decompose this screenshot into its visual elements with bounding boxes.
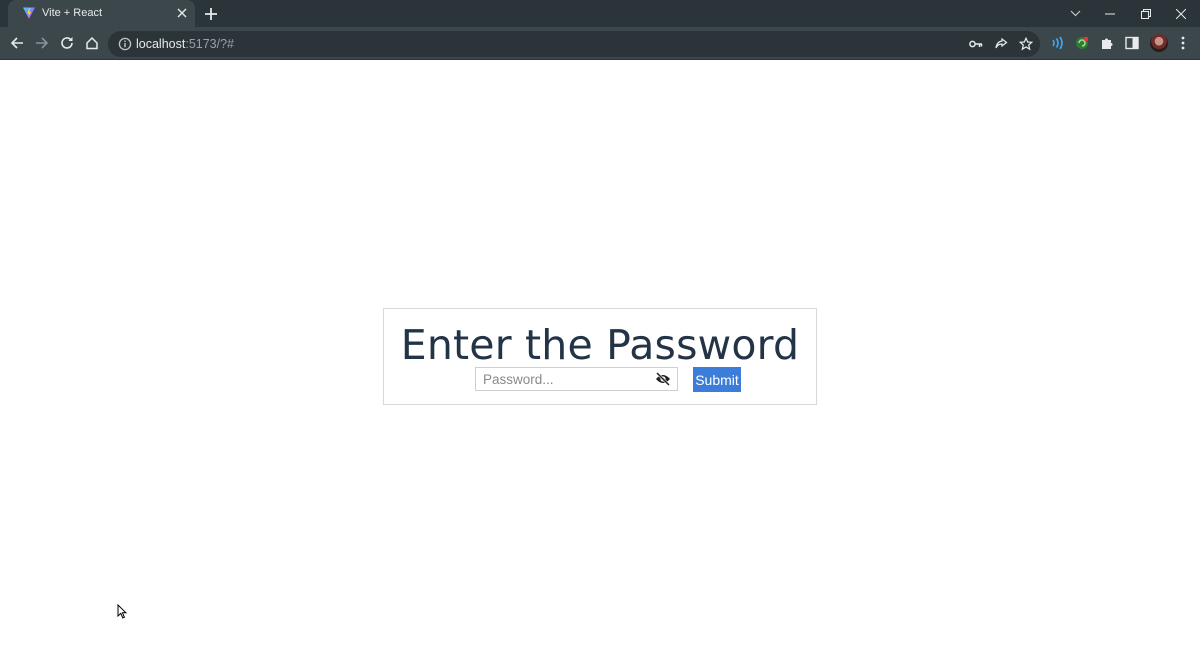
address-bar[interactable]: localhost:5173/?#	[108, 31, 1040, 57]
vite-logo-icon	[23, 7, 35, 19]
wifi-extension-icon[interactable]	[1047, 33, 1067, 53]
eye-slash-icon[interactable]	[654, 370, 672, 388]
tab-search-chevron-icon[interactable]	[1058, 0, 1092, 27]
profile-avatar[interactable]	[1150, 34, 1168, 52]
tab-close-icon[interactable]	[174, 5, 190, 21]
address-path: :5173/?#	[185, 37, 235, 51]
home-icon[interactable]	[80, 31, 104, 55]
password-field-wrapper	[475, 367, 678, 391]
password-card: Enter the Password Submit	[383, 308, 817, 405]
side-panel-icon[interactable]	[1122, 33, 1142, 53]
browser-tab[interactable]: Vite + React	[8, 0, 195, 27]
restore-icon[interactable]	[1129, 0, 1163, 27]
browser-toolbar: localhost:5173/?#	[0, 27, 1200, 60]
extensions-puzzle-icon[interactable]	[1097, 33, 1117, 53]
minimize-icon[interactable]	[1093, 0, 1127, 27]
reload-icon[interactable]	[55, 31, 79, 55]
password-key-icon[interactable]	[968, 36, 984, 52]
page-title: Enter the Password	[400, 321, 800, 369]
site-info-icon[interactable]	[118, 37, 132, 51]
tab-title: Vite + React	[42, 7, 103, 19]
refresh-extension-icon[interactable]	[1072, 33, 1092, 53]
new-tab-plus-icon[interactable]	[201, 4, 221, 24]
back-arrow-icon[interactable]	[5, 31, 29, 55]
password-input[interactable]	[476, 368, 652, 390]
menu-kebab-icon[interactable]	[1173, 33, 1193, 53]
bookmark-star-icon[interactable]	[1018, 36, 1034, 52]
submit-button[interactable]: Submit	[693, 367, 741, 392]
address-host: localhost	[136, 37, 186, 51]
share-icon[interactable]	[993, 36, 1009, 52]
mouse-cursor-icon	[117, 604, 127, 619]
address-url: localhost:5173/?#	[136, 37, 234, 51]
browser-tabstrip: Vite + React	[0, 0, 1200, 27]
forward-arrow-icon[interactable]	[30, 31, 54, 55]
close-window-icon[interactable]	[1164, 0, 1198, 27]
